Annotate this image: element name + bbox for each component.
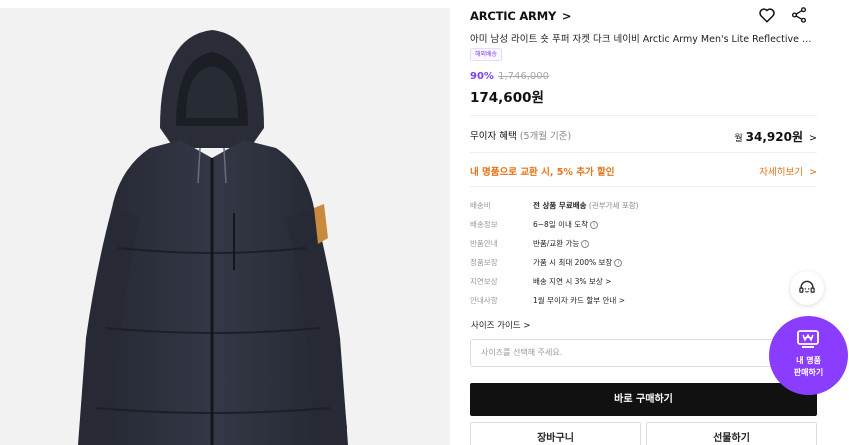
delay-compensation-link[interactable]: 배송 지연 시 3% 보상 > <box>533 276 611 287</box>
brand-name[interactable]: ARCTIC ARMY <box>470 9 556 23</box>
brand-row: ARCTIC ARMY > <box>470 6 817 27</box>
wishlist-button[interactable] <box>758 6 778 26</box>
promo-details-link[interactable]: 자세히보기 > <box>759 164 817 178</box>
info-value[interactable]: 반품/교환 가능 i <box>533 238 590 249</box>
divider <box>470 115 817 116</box>
info-icon[interactable]: i <box>581 240 590 248</box>
chevron-right-icon: > <box>809 133 817 144</box>
size-guide-link[interactable]: 사이즈 가이드 > <box>471 319 530 331</box>
customer-support-button[interactable] <box>790 271 824 305</box>
sell-label-line2: 판매하기 <box>793 368 824 377</box>
installment-prefix: 월 <box>734 134 743 144</box>
info-value[interactable]: 6~8일 이내 도착 i <box>533 219 599 230</box>
gift-button[interactable]: 선물하기 <box>646 422 817 445</box>
chevron-right-icon: > <box>561 9 572 23</box>
jacket-illustration <box>78 30 348 445</box>
info-value-text: 전 상품 무료배송 <box>533 201 587 210</box>
info-label: 안내사항 <box>470 296 498 305</box>
installment-notice-link[interactable]: 1월 무이자 카드 할부 안내 > <box>533 295 625 306</box>
info-value-text: 반품/교환 가능 <box>533 239 580 248</box>
sale-price: 174,600원 <box>470 90 544 106</box>
promo-link-label[interactable]: 자세히보기 <box>759 167 803 178</box>
info-value-text: 가품 시 최대 200% 보장 <box>533 258 613 267</box>
brand-link[interactable]: ARCTIC ARMY > <box>470 9 572 23</box>
size-select[interactable]: 사이즈를 선택해 주세요. <box>470 339 817 367</box>
installment-label: 무이자 혜택 <box>470 131 517 142</box>
product-title: 아미 남성 라이트 숏 푸퍼 자켓 다크 네이비 Arctic Army Men… <box>470 34 817 45</box>
info-value-text: 6~8일 이내 도착 <box>533 220 589 229</box>
info-value[interactable]: 가품 시 최대 200% 보장 i <box>533 257 623 268</box>
info-icon[interactable]: i <box>590 221 599 229</box>
info-value-sub: (관부가세 포함) <box>588 201 639 210</box>
chevron-right-icon: > <box>809 167 817 178</box>
divider <box>470 186 817 187</box>
buy-now-button[interactable]: 바로 구매하기 <box>470 383 817 416</box>
info-label: 배송비 <box>470 201 491 210</box>
share-button[interactable] <box>790 6 810 26</box>
sell-label-line1: 내 명품 <box>796 356 821 365</box>
original-price: 1,746,000 <box>498 71 550 82</box>
product-image[interactable] <box>0 8 450 445</box>
info-label: 정품보장 <box>470 258 498 267</box>
customer-support-icon <box>799 280 815 293</box>
info-label: 반품안내 <box>470 239 498 248</box>
promo-text: 내 명품으로 교환 시, 5% 추가 할인 <box>470 167 615 178</box>
overseas-shipping-badge: 해외배송 <box>470 48 503 61</box>
info-label: 배송정보 <box>470 220 498 229</box>
divider <box>470 152 817 153</box>
discount-rate: 90% <box>470 71 494 82</box>
heart-icon <box>759 8 775 23</box>
won-card-icon <box>797 330 819 348</box>
info-icon[interactable]: i <box>614 259 623 267</box>
sell-my-luxury-button[interactable]: 내 명품 판매하기 <box>769 316 848 395</box>
info-label: 지연보상 <box>470 277 498 286</box>
installment-amount: 34,920원 <box>745 130 803 144</box>
add-to-cart-button[interactable]: 장바구니 <box>470 422 641 445</box>
info-value: 전 상품 무료배송 (관부가세 포함) <box>533 200 639 211</box>
installment-sub: (5개월 기준) <box>519 131 572 142</box>
discount-row: 90% 1,746,000 <box>470 71 549 82</box>
share-icon <box>791 7 807 23</box>
